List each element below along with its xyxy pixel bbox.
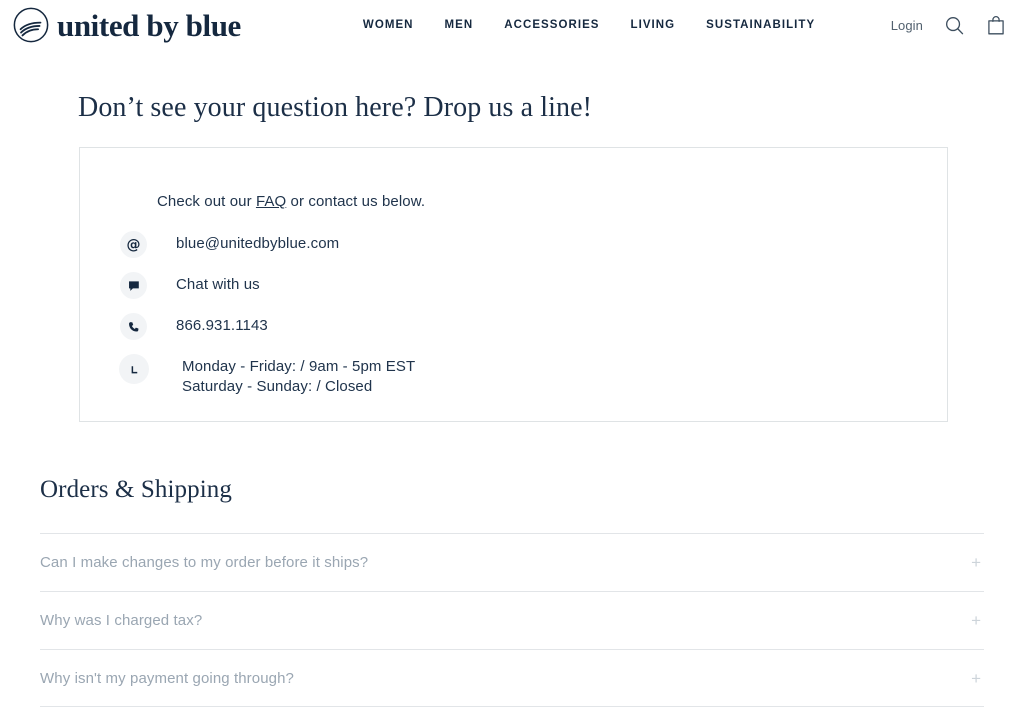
contact-row-email[interactable]: @ blue@unitedbyblue.com	[80, 234, 947, 258]
brand-logo-link[interactable]: united by blue	[12, 6, 241, 44]
chat-bubble-icon	[120, 272, 147, 299]
phone-icon	[120, 313, 147, 340]
hours-line-weekend: Saturday - Sunday: / Closed	[182, 377, 415, 396]
nav-item-accessories[interactable]: ACCESSORIES	[504, 19, 599, 31]
contact-row-chat[interactable]: Chat with us	[80, 275, 947, 299]
page-title: Don’t see your question here? Drop us a …	[78, 92, 1004, 124]
contact-row-phone[interactable]: 866.931.1143	[80, 316, 947, 340]
contact-card: Check out our FAQ or contact us below. @…	[79, 147, 948, 422]
faq-item[interactable]: Why isn't my payment going through? +	[40, 649, 984, 707]
contact-intro: Check out our FAQ or contact us below.	[157, 193, 947, 210]
header-actions: Login	[891, 14, 1006, 36]
contact-phone-value[interactable]: 866.931.1143	[176, 316, 268, 335]
nav-item-women[interactable]: WOMEN	[363, 19, 414, 31]
at-sign-icon: @	[120, 231, 147, 258]
brand-name: united by blue	[57, 10, 241, 41]
nav-item-sustainability[interactable]: SUSTAINABILITY	[706, 19, 815, 31]
nav-item-living[interactable]: LIVING	[631, 19, 676, 31]
site-header: united by blue WOMEN MEN ACCESSORIES LIV…	[0, 0, 1024, 50]
contact-email-value[interactable]: blue@unitedbyblue.com	[176, 234, 339, 253]
hours-line-weekday: Monday - Friday: / 9am - 5pm EST	[182, 358, 415, 375]
contact-intro-after: or contact us below.	[286, 193, 425, 210]
plus-icon[interactable]: +	[971, 554, 984, 571]
at-sign-glyph: @	[127, 238, 141, 252]
plus-icon[interactable]: +	[971, 670, 984, 687]
faq-link[interactable]: FAQ	[256, 193, 286, 210]
shopping-bag-icon[interactable]	[986, 14, 1006, 36]
faq-question: Can I make changes to my order before it…	[40, 554, 368, 571]
contact-method-list: @ blue@unitedbyblue.com Chat with us	[80, 234, 947, 396]
primary-navigation: WOMEN MEN ACCESSORIES LIVING SUSTAINABIL…	[363, 19, 815, 31]
contact-chat-label[interactable]: Chat with us	[176, 275, 260, 294]
main-content: Don’t see your question here? Drop us a …	[0, 92, 1024, 707]
faq-accordion: Can I make changes to my order before it…	[40, 533, 984, 707]
clock-icon	[119, 354, 149, 384]
faq-item[interactable]: Why was I charged tax? +	[40, 591, 984, 649]
faq-item[interactable]: Can I make changes to my order before it…	[40, 533, 984, 591]
nav-item-men[interactable]: MEN	[445, 19, 474, 31]
plus-icon[interactable]: +	[971, 612, 984, 629]
faq-section-title: Orders & Shipping	[40, 476, 984, 504]
faq-question: Why isn't my payment going through?	[40, 670, 294, 687]
circle-waves-logo-icon	[12, 6, 50, 44]
login-link[interactable]: Login	[891, 18, 923, 33]
contact-hours-value: Monday - Friday: / 9am - 5pm EST Saturda…	[182, 357, 415, 396]
contact-intro-before: Check out our	[157, 193, 256, 210]
faq-section: Orders & Shipping Can I make changes to …	[20, 476, 1004, 707]
contact-row-hours: Monday - Friday: / 9am - 5pm EST Saturda…	[80, 357, 947, 396]
faq-question: Why was I charged tax?	[40, 612, 202, 629]
search-icon[interactable]	[944, 15, 965, 36]
